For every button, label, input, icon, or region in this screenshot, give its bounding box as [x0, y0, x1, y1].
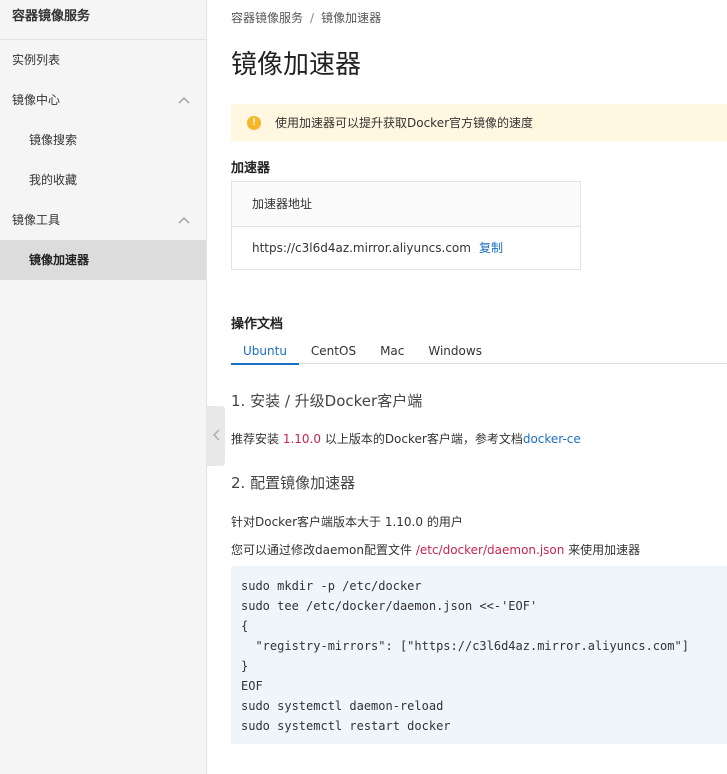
- tab-mac[interactable]: Mac: [368, 338, 416, 364]
- breadcrumb: 容器镜像服务 / 镜像加速器: [231, 9, 381, 26]
- step1-title: 1. 安装 / 升级Docker客户端: [231, 392, 423, 410]
- code-block[interactable]: sudo mkdir -p /etc/docker sudo tee /etc/…: [231, 566, 727, 744]
- chevron-left-icon: [212, 429, 220, 444]
- step2-line2: 您可以通过修改daemon配置文件 /etc/docker/daemon.jso…: [231, 541, 640, 558]
- code-line: "registry-mirrors": ["https://c3l6d4az.m…: [241, 639, 689, 653]
- sidebar-item-image-accelerator[interactable]: 镜像加速器: [0, 240, 206, 280]
- os-tabs: Ubuntu CentOS Mac Windows: [231, 338, 727, 365]
- chevron-up-icon[interactable]: [178, 200, 190, 240]
- warning-icon: !: [247, 115, 261, 130]
- code-line: }: [241, 659, 249, 673]
- sidebar-group-image-center[interactable]: 镜像中心: [0, 80, 206, 120]
- sidebar-item-label: 实例列表: [12, 53, 61, 67]
- step1-text-after: 以上版本的Docker客户端，参考文档: [321, 432, 523, 446]
- docs-heading: 操作文档: [231, 317, 284, 332]
- alert-text: 使用加速器可以提升获取Docker官方镜像的速度: [275, 116, 534, 130]
- accelerator-heading: 加速器: [231, 161, 271, 176]
- step2-title: 2. 配置镜像加速器: [231, 474, 356, 492]
- page-title: 镜像加速器: [231, 50, 362, 80]
- config-path: /etc/docker/daemon.json: [415, 543, 565, 557]
- sidebar-title: 容器镜像服务: [0, 0, 206, 40]
- copy-link[interactable]: 复制: [479, 241, 503, 255]
- chevron-up-icon[interactable]: [178, 80, 190, 120]
- sidebar-item-label: 镜像加速器: [29, 253, 90, 267]
- sidebar: 容器镜像服务 实例列表 镜像中心 镜像搜索 我的收藏 镜像工具 镜像加速器: [0, 0, 207, 774]
- code-line: sudo tee /etc/docker/daemon.json <<-'EOF…: [241, 599, 538, 613]
- step2-line1: 针对Docker客户端版本大于 1.10.0 的用户: [231, 515, 463, 529]
- accelerator-address: https://c3l6d4az.mirror.aliyuncs.com: [252, 241, 471, 255]
- accelerator-column-header: 加速器地址: [232, 182, 580, 227]
- step2-line2-before: 您可以通过修改daemon配置文件: [231, 543, 416, 557]
- sidebar-item-favorites[interactable]: 我的收藏: [0, 160, 206, 200]
- breadcrumb-parent[interactable]: 容器镜像服务: [231, 11, 303, 25]
- tab-ubuntu[interactable]: Ubuntu: [231, 338, 299, 365]
- tab-windows[interactable]: Windows: [416, 338, 494, 364]
- sidebar-item-label: 镜像中心: [12, 93, 61, 107]
- sidebar-item-instances[interactable]: 实例列表: [0, 40, 206, 80]
- tab-centos[interactable]: CentOS: [299, 338, 368, 364]
- sidebar-item-label: 我的收藏: [29, 173, 78, 187]
- version-highlight: 1.10.0: [282, 432, 321, 446]
- step2-line2-after: 来使用加速器: [564, 543, 641, 557]
- code-line: sudo mkdir -p /etc/docker: [241, 579, 422, 593]
- code-line: sudo systemctl daemon-reload: [241, 699, 444, 713]
- sidebar-group-image-tools[interactable]: 镜像工具: [0, 200, 206, 240]
- sidebar-collapse-handle[interactable]: [207, 406, 225, 466]
- sidebar-item-label: 镜像工具: [12, 213, 61, 227]
- code-line: EOF: [241, 679, 263, 693]
- code-line: sudo systemctl restart docker: [241, 719, 451, 733]
- accelerator-row: https://c3l6d4az.mirror.aliyuncs.com 复制: [232, 227, 580, 270]
- code-line: {: [241, 619, 249, 633]
- info-alert: ! 使用加速器可以提升获取Docker官方镜像的速度: [231, 104, 727, 141]
- accelerator-table: 加速器地址 https://c3l6d4az.mirror.aliyuncs.c…: [231, 181, 581, 270]
- breadcrumb-separator: /: [310, 11, 315, 25]
- breadcrumb-current: 镜像加速器: [321, 11, 382, 25]
- step1-text-before: 推荐安装: [231, 432, 283, 446]
- docker-ce-link[interactable]: docker-ce: [523, 432, 581, 446]
- sidebar-item-image-search[interactable]: 镜像搜索: [0, 120, 206, 160]
- step1-text: 推荐安装 1.10.0 以上版本的Docker客户端，参考文档docker-ce: [231, 430, 581, 447]
- sidebar-item-label: 镜像搜索: [29, 133, 78, 147]
